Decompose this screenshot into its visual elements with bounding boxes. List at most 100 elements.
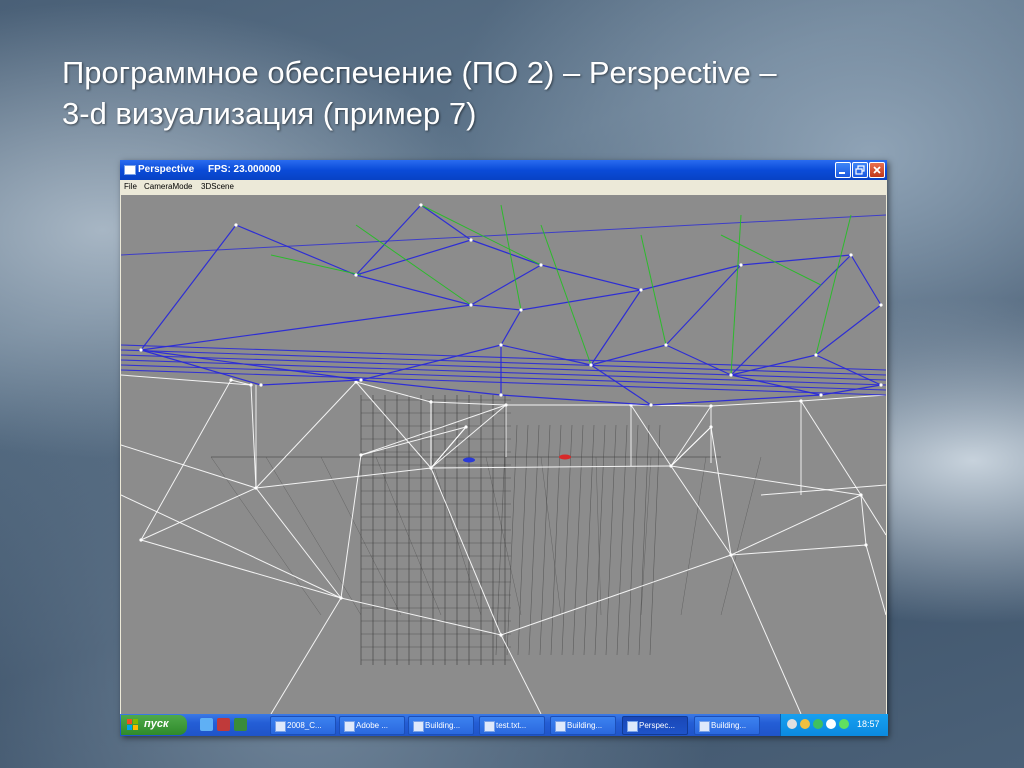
wire-line [638, 424, 650, 656]
taskbar-task[interactable]: Perspec... [622, 716, 688, 735]
mesh-vertex [864, 543, 868, 547]
taskbar-task[interactable]: Building... [550, 716, 616, 735]
wire-line [649, 424, 661, 656]
3d-scene[interactable] [121, 195, 886, 714]
wire-line [594, 424, 606, 656]
blue-marker [463, 457, 475, 463]
document-icon [484, 721, 495, 732]
minimize-button[interactable] [835, 162, 851, 178]
tray-clock: 18:57 [857, 719, 880, 729]
window-icon [627, 721, 638, 732]
wire-line [420, 204, 472, 241]
wire-line [572, 424, 584, 656]
tray-shield-icon[interactable] [839, 719, 849, 729]
taskbar-task-label: Adobe ... [356, 721, 389, 730]
wire-line [640, 456, 652, 616]
mesh-vertex [469, 238, 473, 242]
wire-line [355, 274, 472, 306]
wire-line [140, 487, 257, 541]
mesh-vertex [499, 393, 503, 397]
wire-line [235, 224, 357, 276]
wire-line [121, 494, 342, 599]
close-icon [873, 166, 881, 174]
mesh-vertex [354, 273, 358, 277]
wire-line [500, 344, 592, 366]
tray-speaker-icon[interactable] [787, 719, 797, 729]
quicklaunch-media-icon[interactable] [217, 718, 230, 731]
taskbar-task-label: Building... [711, 721, 747, 730]
menu-file[interactable]: File [124, 182, 137, 191]
wire-line [340, 454, 362, 599]
wire-line [561, 424, 573, 656]
mesh-vertex [649, 403, 653, 407]
taskbar-task[interactable]: Adobe ... [339, 716, 405, 735]
wire-line [375, 456, 442, 616]
restore-icon [855, 165, 865, 175]
wire-line [500, 554, 732, 636]
menu-3dscene[interactable]: 3DScene [201, 182, 234, 191]
wire-line [730, 254, 852, 376]
fps-readout: FPS: 23.000000 [208, 164, 281, 175]
mesh-vertex [499, 343, 503, 347]
wire-line [528, 424, 540, 656]
start-button[interactable]: пуск [121, 715, 187, 735]
wire-line [355, 381, 432, 403]
3d-viewport[interactable] [121, 195, 886, 714]
wire-line [140, 379, 232, 541]
perspective-window: Perspective FPS: 23.000000 File CameraMo… [120, 160, 888, 736]
wire-line [583, 424, 595, 656]
wire-line [730, 214, 742, 376]
mesh-vertex [859, 493, 863, 497]
wire-line [210, 456, 322, 616]
wire-line [605, 424, 617, 656]
taskbar-task[interactable]: Building... [694, 716, 760, 735]
quicklaunch-ie-icon[interactable] [200, 718, 213, 731]
wire-line [355, 381, 432, 469]
mesh-vertex [229, 378, 233, 382]
taskbar-task[interactable]: test.txt... [479, 716, 545, 735]
wire-line [470, 264, 542, 306]
menu-cameramode[interactable]: CameraMode [144, 182, 192, 191]
mesh-vertex [249, 383, 253, 387]
window-titlebar[interactable]: Perspective FPS: 23.000000 [120, 160, 887, 180]
wire-line [730, 494, 862, 556]
red-marker [559, 454, 571, 460]
photoshop-icon [344, 721, 355, 732]
quicklaunch-app-icon[interactable] [234, 718, 247, 731]
wire-line [517, 424, 529, 656]
wire-line [665, 344, 732, 376]
wire-line [470, 304, 522, 311]
restore-button[interactable] [852, 162, 868, 178]
wire-line [640, 234, 667, 346]
mesh-vertex [419, 203, 423, 207]
minimize-icon [839, 172, 845, 174]
windows-flag-icon [127, 719, 138, 730]
wire-line [430, 467, 502, 636]
taskbar-task[interactable]: 2008_C... [270, 716, 336, 735]
wire-line [740, 254, 852, 266]
start-label: пуск [144, 718, 169, 730]
mesh-vertex [879, 303, 883, 307]
tray-antivirus-icon[interactable] [813, 719, 823, 729]
wire-line [670, 426, 712, 467]
wire-line [270, 597, 342, 714]
tray-app-icon[interactable] [826, 719, 836, 729]
mesh-vertex [259, 383, 263, 387]
close-button[interactable] [869, 162, 885, 178]
wire-line [500, 204, 522, 311]
wire-line [255, 381, 357, 489]
wire-line [470, 239, 542, 266]
tray-network-icon[interactable] [800, 719, 810, 729]
app-window-icon [124, 165, 136, 175]
wire-line [121, 444, 257, 489]
taskbar-task-label: Building... [425, 721, 461, 730]
wire-line [355, 224, 472, 306]
taskbar-task-label: test.txt... [496, 721, 527, 730]
wire-line [540, 264, 642, 291]
wire-line [540, 224, 592, 366]
wire-line [430, 401, 507, 406]
wire-line [420, 204, 542, 266]
mesh-vertex [849, 253, 853, 257]
taskbar-task[interactable]: Building... [408, 716, 474, 735]
wire-line [815, 304, 882, 356]
